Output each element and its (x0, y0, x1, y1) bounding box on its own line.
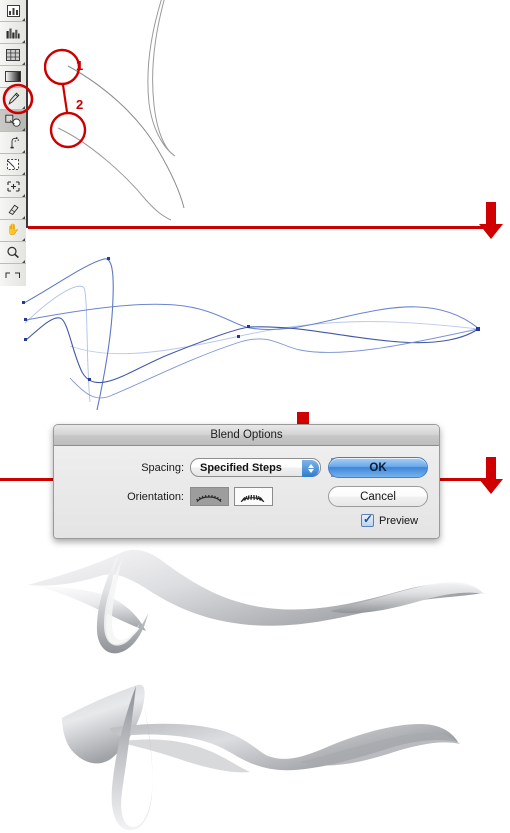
chevron-up-icon (307, 463, 314, 468)
blend-tool-highlight-circle (2, 83, 34, 115)
tool-flyout-corner-icon (22, 18, 25, 21)
symbol-sprayer-icon (10, 137, 20, 149)
ribbon-right-tail (330, 582, 484, 614)
dialog-body: Spacing: Specified Steps 200 Orientation… (54, 446, 439, 538)
tool-align[interactable] (0, 176, 26, 198)
preview-label: Preview (379, 514, 419, 527)
blend-result-dark-artwork (62, 684, 460, 831)
align-icon (6, 181, 20, 192)
ribbon-main-sweep (28, 549, 482, 626)
flow-arrow-2 (479, 457, 503, 494)
tool-slice[interactable] (0, 154, 26, 176)
tool-eraser[interactable] (0, 198, 26, 220)
callout-label-2: 2 (76, 97, 84, 112)
cancel-button-label: Cancel (360, 490, 396, 503)
tool-flyout-corner-icon (22, 216, 25, 219)
source-path-3 (147, 0, 176, 157)
checkmark-icon: ✓ (363, 512, 374, 526)
spacing-stepper-arrows-icon[interactable] (302, 460, 319, 477)
eraser-icon (8, 204, 19, 215)
tool-flyout-corner-icon (22, 238, 25, 241)
orientation-align-to-path-button[interactable] (234, 487, 273, 506)
hand-icon: ✋ (6, 224, 20, 236)
orientation-align-to-page-button[interactable] (190, 487, 229, 506)
mesh-icon (6, 48, 20, 61)
tool-flyout-corner-icon (22, 128, 25, 131)
graph-icon (6, 4, 20, 17)
dialog-title: Blend Options (210, 429, 283, 441)
spacing-select[interactable]: Specified Steps (190, 458, 321, 477)
blend-spine-light-1 (24, 285, 91, 403)
chevron-down-icon (307, 469, 314, 474)
blend-path-c (25, 317, 479, 384)
tool-hand[interactable]: ✋ (0, 220, 26, 242)
tool-graph[interactable] (0, 0, 26, 22)
anchor-points (22, 257, 480, 381)
tool-flyout-corner-icon (22, 40, 25, 43)
column-graph-icon (6, 28, 20, 38)
blend-options-dialog[interactable]: Blend Options Spacing: Specified Steps 2… (53, 424, 440, 539)
flow-arrow-1 (479, 202, 503, 239)
orientation-label: Orientation: (127, 491, 184, 503)
tool-column-graph[interactable] (0, 22, 26, 44)
blend-path-d (69, 328, 479, 399)
callout-circle-1 (44, 48, 81, 86)
tool-symbol-sprayer[interactable] (0, 132, 26, 154)
spacing-select-value: Specified Steps (200, 461, 282, 474)
ok-button-label: OK (369, 461, 387, 474)
tool-flyout-corner-icon (22, 150, 25, 153)
dialog-titlebar[interactable]: Blend Options (54, 425, 439, 446)
gradient-icon (5, 71, 21, 82)
callout-connector (61, 84, 69, 113)
tool-flyout-corner-icon (22, 172, 25, 175)
step2-artwork-blend-paths (22, 257, 480, 410)
ribbon-left-blade (28, 585, 146, 631)
section-divider-1 (28, 226, 486, 229)
tool-flyout-corner-icon (22, 194, 25, 197)
tool-flyout-corner-icon (22, 62, 25, 65)
align-to-path-icon (240, 494, 265, 503)
slice-icon (7, 159, 19, 170)
tool-mesh[interactable] (0, 44, 26, 66)
ok-button[interactable]: OK (328, 457, 428, 478)
blend-path-b (25, 303, 479, 331)
callout-label-1: 1 (76, 58, 84, 73)
preview-checkbox[interactable]: ✓ (361, 512, 374, 527)
cancel-button[interactable]: Cancel (328, 486, 428, 507)
spacing-label: Spacing: (141, 462, 184, 474)
align-to-page-icon (196, 495, 222, 503)
blend-result-light-artwork (28, 549, 484, 654)
callout-circle-2 (49, 111, 87, 149)
preview-checkbox-row[interactable]: ✓ Preview (361, 512, 419, 527)
blend-spine-light-2 (69, 321, 479, 355)
tool-highlight-overlay (2, 83, 34, 115)
